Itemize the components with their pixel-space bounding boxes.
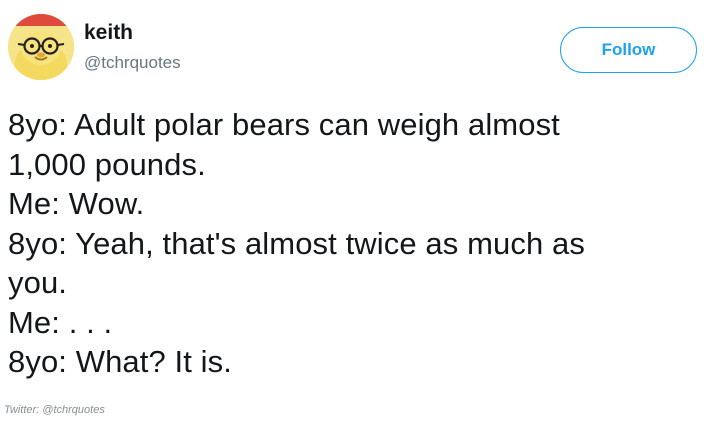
tweet-line: Me: Wow. [8,186,145,221]
image-credit: Twitter: @tchrquotes [4,404,105,416]
tweet-line: Me: . . . [8,304,113,340]
tweet-line: 1,000 pounds. [8,146,206,182]
author-handle[interactable]: @tchrquotes [84,54,181,71]
author-name[interactable]: keith [84,22,133,43]
tweet-header: keith @tchrquotes Follow [0,0,720,95]
avatar-illustration [8,14,74,80]
follow-button[interactable]: Follow [560,27,697,73]
tweet-text: 8yo: Adult polar bears can weigh almost … [8,105,708,382]
avatar[interactable] [8,14,74,80]
tweet-line: you. [8,265,67,300]
tweet-line: 8yo: Adult polar bears can weigh almost [8,107,560,142]
tweet-line: 8yo: What? It is. [8,344,232,379]
tweet-line: 8yo: Yeah, that's almost twice as much a… [8,225,585,261]
